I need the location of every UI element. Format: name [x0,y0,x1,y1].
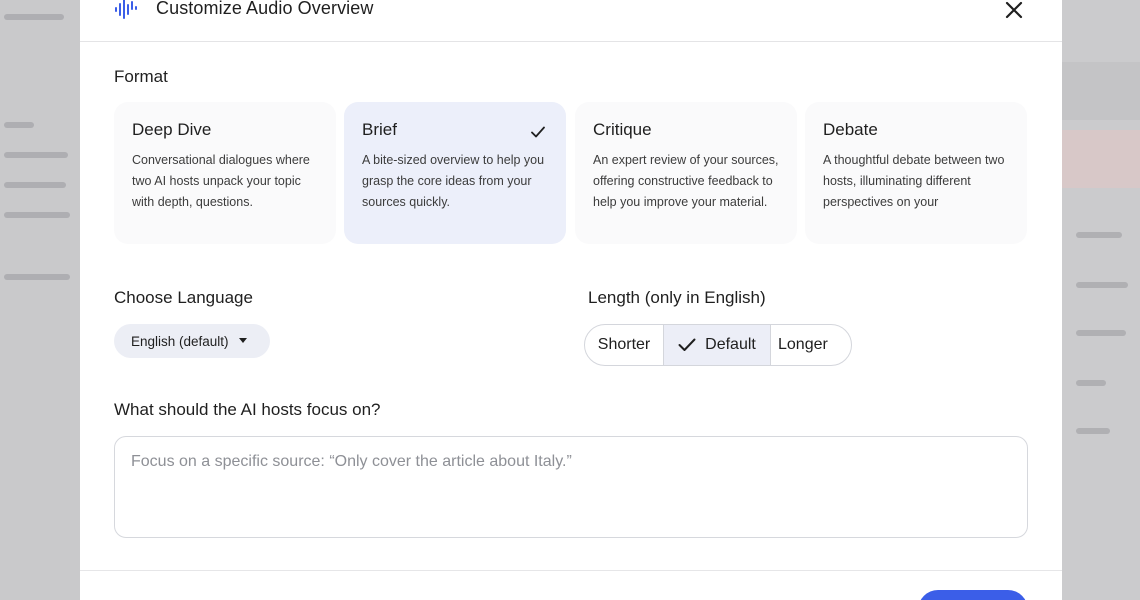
background-text [4,274,70,280]
format-card-description: A thoughtful debate between two hosts, i… [823,153,1005,209]
format-card-brief[interactable]: Brief A bite-sized overview to help you … [344,102,566,244]
format-card-title: Brief [362,120,397,139]
audio-waveform-icon [115,0,137,19]
check-icon [678,338,696,351]
caret-down-icon [238,338,247,343]
language-label: Choose Language [114,288,253,307]
background-text [1076,428,1110,434]
focus-label: What should the AI hosts focus on? [114,400,381,419]
focus-input[interactable] [114,436,1028,538]
background-text [4,152,68,158]
length-segmented-control: Shorter Default Longer [584,324,852,366]
format-card-description: A bite-sized overview to help you grasp … [362,153,545,209]
length-option-shorter[interactable]: Shorter [585,325,664,365]
format-card-critique[interactable]: Critique An expert review of your source… [575,102,797,244]
length-label: Length (only in English) [588,288,766,307]
format-card-description: An expert review of your sources, offeri… [593,153,779,209]
format-card-title: Debate [823,120,878,139]
customize-audio-dialog: Customize Audio Overview Format Deep Div… [80,0,1062,600]
footer-divider [80,570,1062,571]
background-panel [1062,130,1140,188]
format-card-title: Critique [593,120,652,139]
dialog-title: Customize Audio Overview [156,0,374,18]
format-card-debate[interactable]: Debate A thoughtful debate between two h… [805,102,1027,244]
dialog-header: Customize Audio Overview [80,0,1062,42]
background-text [4,182,66,188]
background-text [4,14,64,20]
length-option-default[interactable]: Default [664,325,771,365]
background-text [1076,232,1122,238]
length-option-label: Longer [778,336,828,353]
background-text [4,122,34,128]
background-text [4,212,70,218]
background-panel [1062,62,1140,120]
format-card-deep-dive[interactable]: Deep Dive Conversational dialogues where… [114,102,336,244]
length-option-longer[interactable]: Longer [771,325,851,365]
length-option-label: Shorter [597,336,651,353]
background-app-left [0,0,80,600]
check-icon [531,126,545,138]
format-label: Format [114,67,168,86]
generate-button[interactable] [918,590,1028,600]
language-selected-value: English (default) [131,333,229,349]
format-card-description: Conversational dialogues where two AI ho… [132,153,310,209]
close-icon[interactable] [1002,0,1026,22]
background-app-right [1062,0,1140,600]
background-text [1076,380,1106,386]
format-options: Deep Dive Conversational dialogues where… [114,102,1028,246]
language-select[interactable]: English (default) [114,324,270,358]
format-card-title: Deep Dive [132,120,212,139]
background-text [1076,282,1128,288]
background-text [1076,330,1126,336]
length-option-label: Default [705,336,756,353]
